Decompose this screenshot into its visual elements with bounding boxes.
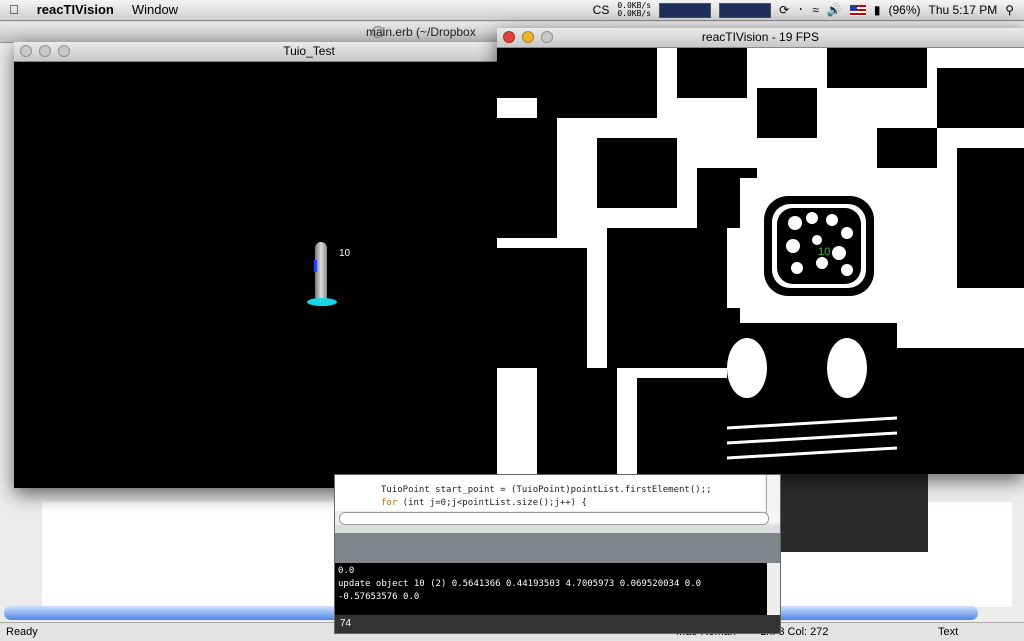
- code-keyword: for: [381, 498, 398, 508]
- console-message-area: [335, 533, 780, 563]
- apple-menu-icon[interactable]: : [0, 0, 28, 20]
- zoom-button[interactable]: [58, 45, 70, 57]
- network-monitor[interactable]: 0.0KB/s 0.0KB/s: [617, 2, 651, 18]
- time-machine-icon[interactable]: ⟳: [779, 3, 789, 17]
- code-line: TuioPoint start_point = (TuioPoint)point…: [381, 485, 712, 495]
- bluetooth-icon[interactable]: ᛫: [797, 3, 804, 17]
- status-ready: Ready: [6, 626, 38, 638]
- clock[interactable]: Thu 5:17 PM: [929, 3, 998, 17]
- processing-console-window: TuioPoint start_point = (TuioPoint)point…: [334, 474, 781, 634]
- menu-extras: CS 0.0KB/s 0.0KB/s ⟳ ᛫ ≈ 🔊 ▮ (96%) Thu 5…: [593, 0, 1024, 20]
- code-editor[interactable]: TuioPoint start_point = (TuioPoint)point…: [335, 475, 765, 511]
- spotlight-search-icon[interactable]: ⚲: [1005, 3, 1014, 17]
- syntax-mode-selector[interactable]: Text: [938, 626, 958, 638]
- console-vertical-scrollbar[interactable]: [767, 563, 780, 615]
- app-menu[interactable]: reacTIVision: [28, 0, 123, 20]
- marker-id-label: 10: [339, 248, 351, 259]
- console-line: -0.57653576 0.0: [338, 592, 420, 602]
- code-text: (int j=0;j<pointList.size();j++) {: [397, 498, 587, 508]
- tracked-object-marker: [307, 242, 337, 308]
- battery-percent[interactable]: (96%): [888, 3, 920, 17]
- cs-menu-extra[interactable]: CS: [593, 3, 610, 17]
- close-button[interactable]: [20, 45, 32, 57]
- code-horizontal-scrollbar[interactable]: [339, 512, 769, 525]
- battery-icon[interactable]: ▮: [874, 3, 881, 17]
- editor-title: main.erb (~/Dropbox: [366, 25, 476, 39]
- background-pane: [778, 474, 928, 552]
- reactivision-window: reacTIVision - 19 FPS 10: [497, 28, 1024, 474]
- console-line: update object 10 (2) 0.5641366 0.4419350…: [338, 579, 702, 589]
- window-menu[interactable]: Window: [123, 0, 187, 20]
- minimize-button[interactable]: [522, 31, 534, 43]
- console-line-number: 74: [335, 615, 780, 633]
- tuio-window-controls: [20, 45, 70, 57]
- reactivision-window-controls: [503, 31, 553, 43]
- tuio-title: Tuio_Test: [283, 44, 335, 58]
- console-output[interactable]: 0.0 update object 10 (2) 0.5641366 0.441…: [335, 563, 767, 615]
- network-meter[interactable]: [719, 2, 772, 18]
- reactivision-title: reacTIVision - 19 FPS: [701, 30, 820, 44]
- camera-feed: [497, 48, 1024, 474]
- cpu-meter[interactable]: [659, 2, 712, 18]
- net-down-rate: 0.0KB/s: [617, 9, 652, 18]
- reactivision-titlebar[interactable]: reacTIVision - 19 FPS: [497, 28, 1024, 48]
- console-line: 0.0: [338, 566, 355, 576]
- minimize-button[interactable]: [39, 45, 51, 57]
- marker-orientation-stripe: [314, 260, 317, 272]
- zoom-button[interactable]: [541, 31, 553, 43]
- fiducial-id-label: 10: [818, 246, 831, 258]
- input-source-flag-icon[interactable]: [849, 4, 866, 16]
- volume-icon[interactable]: 🔊: [827, 3, 842, 17]
- marker-base: [307, 298, 337, 306]
- wifi-icon[interactable]: ≈: [812, 3, 819, 17]
- close-button[interactable]: [503, 31, 515, 43]
- menu-bar:  reacTIVision Window CS 0.0KB/s 0.0KB/s…: [0, 0, 1024, 21]
- split-pane-divider[interactable]: [335, 525, 780, 533]
- code-line: for (int j=0;j<pointList.size();j++) {: [381, 498, 587, 508]
